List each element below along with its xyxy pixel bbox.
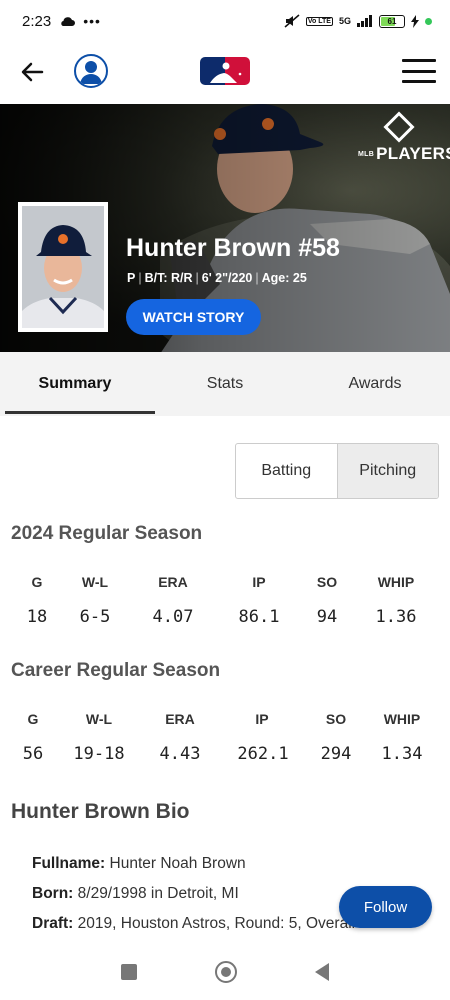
- stat-value: 94: [316, 607, 338, 627]
- stat-value: 1.34: [381, 744, 423, 764]
- stat-header: IP: [252, 574, 266, 590]
- stat-header: G: [27, 711, 39, 727]
- profile-button[interactable]: [74, 54, 108, 88]
- player-info-line: P | B/T: R/R | 6' 2"/220 | Age: 25: [127, 271, 307, 285]
- network-type: 5G: [338, 16, 351, 26]
- stat-header: IP: [255, 711, 269, 727]
- stat-value: 18: [26, 607, 48, 627]
- player-headshot: [18, 202, 108, 332]
- player-hero: MLB PLAYERS Hunter Brown #58 P | B/T: R/R | 6…: [0, 104, 450, 352]
- tab-stats[interactable]: Stats: [150, 352, 300, 416]
- stat-header: ERA: [165, 711, 195, 727]
- battery-icon: 61: [379, 14, 405, 28]
- career-stats-title: Career Regular Season: [11, 660, 221, 681]
- stat-value: 4.07: [152, 607, 194, 627]
- user-icon: [80, 61, 102, 84]
- bio-title: Hunter Brown Bio: [11, 800, 190, 823]
- more-notifications-icon: •••: [83, 13, 101, 29]
- app-header: [0, 42, 450, 104]
- system-back-icon[interactable]: [315, 963, 329, 981]
- follow-button[interactable]: Follow: [339, 886, 432, 928]
- status-time: 2:23: [22, 12, 52, 30]
- stat-value: 4.43: [159, 744, 201, 764]
- stat-value: 86.1: [238, 607, 280, 627]
- stat-header: WHIP: [383, 711, 421, 727]
- home-icon[interactable]: [215, 961, 237, 983]
- stat-value: 19-18: [73, 744, 125, 764]
- player-height-weight: 6' 2"/220: [201, 271, 253, 285]
- mlb-players-logo: MLB PLAYERS: [358, 111, 450, 164]
- tab-summary[interactable]: Summary: [0, 352, 155, 416]
- stat-value: 294: [320, 744, 352, 764]
- pitching-toggle-button[interactable]: Pitching: [336, 444, 438, 498]
- stat-value: 56: [22, 744, 44, 764]
- watch-story-button[interactable]: WATCH STORY: [126, 299, 261, 335]
- player-age: Age: 25: [261, 271, 307, 285]
- stat-header: W-L: [81, 574, 109, 590]
- charging-icon: [411, 14, 419, 28]
- menu-hamburger-icon[interactable]: [402, 59, 436, 83]
- player-bats-throws: B/T: R/R: [144, 271, 193, 285]
- battery-level: 61: [387, 16, 397, 26]
- player-name: Hunter Brown #58: [126, 234, 340, 262]
- season-stats-title: 2024 Regular Season: [11, 523, 203, 544]
- bio-draft: Draft: 2019, Houston Astros, Round: 5, O…: [32, 915, 356, 932]
- batting-pitching-toggle: Batting Pitching: [235, 443, 439, 499]
- stat-header: ERA: [158, 574, 188, 590]
- status-bar: 2:23 ••• Vo LTE 5G 61: [0, 0, 450, 42]
- privacy-dot-icon: [425, 17, 432, 25]
- stat-header: WHIP: [377, 574, 415, 590]
- batting-toggle-button[interactable]: Batting: [236, 444, 337, 498]
- stat-header: W-L: [85, 711, 113, 727]
- stat-header: G: [31, 574, 43, 590]
- stat-value: 1.36: [375, 607, 417, 627]
- stat-header: SO: [316, 574, 338, 590]
- stat-value: 6-5: [79, 607, 111, 627]
- bio-fullname: Fullname: Hunter Noah Brown: [32, 855, 246, 872]
- tab-awards[interactable]: Awards: [300, 352, 450, 416]
- mute-icon: [284, 14, 300, 28]
- system-navigation-bar: [0, 944, 450, 1000]
- cloud-icon: [61, 16, 76, 26]
- stat-value: 262.1: [237, 744, 289, 764]
- stat-header: SO: [325, 711, 347, 727]
- recent-apps-icon[interactable]: [121, 964, 137, 980]
- bio-born: Born: 8/29/1998 in Detroit, MI: [32, 885, 239, 902]
- player-tabs: Summary Stats Awards: [0, 352, 450, 416]
- back-arrow-icon[interactable]: [18, 58, 46, 86]
- volte-icon: Vo LTE: [305, 16, 333, 26]
- signal-icon: [357, 15, 372, 27]
- mlb-logo[interactable]: [200, 57, 250, 85]
